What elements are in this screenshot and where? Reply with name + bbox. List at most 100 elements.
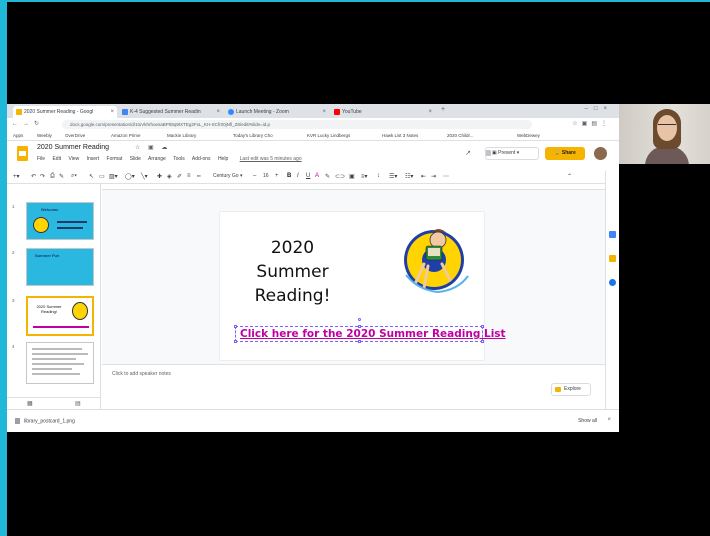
share-button[interactable]: 🔒 Share: [545, 147, 585, 160]
slide-thumbnail-3-selected[interactable]: 2020 Summer Reading!: [26, 296, 94, 336]
zoom-icon[interactable]: ⌕▾: [71, 173, 77, 180]
indent-more-icon[interactable]: ⇥: [431, 173, 436, 180]
bookmark-item[interactable]: Mackin Library: [167, 133, 196, 138]
resize-handle[interactable]: [234, 325, 237, 328]
avatar[interactable]: [594, 147, 607, 160]
pool-float-illustration[interactable]: [398, 220, 474, 300]
menu-tools[interactable]: Tools: [173, 156, 185, 162]
paint-format-icon[interactable]: ✎: [59, 173, 64, 180]
menu-help[interactable]: Help: [218, 156, 228, 162]
menu-view[interactable]: View: [68, 156, 79, 162]
font-size-increase[interactable]: +: [275, 173, 279, 179]
bookmark-item[interactable]: Hawk List 3 Notes: [382, 133, 418, 138]
border-color-icon[interactable]: ✐: [177, 173, 182, 180]
fill-color-icon[interactable]: ◈: [167, 173, 172, 180]
list-view-icon[interactable]: ▤: [75, 400, 81, 407]
menu-file[interactable]: File: [37, 156, 45, 162]
link-text-box[interactable]: Click here for the 2020 Summer Reading L…: [234, 318, 506, 343]
close-icon[interactable]: ×: [428, 106, 432, 118]
extension-icons[interactable]: ☆▣▤⋮: [572, 120, 611, 127]
new-tab-icon[interactable]: +: [441, 106, 445, 113]
close-icon[interactable]: ×: [110, 106, 114, 118]
undo-icon[interactable]: ↶: [31, 173, 36, 180]
numbered-list-icon[interactable]: ☰▾: [389, 173, 397, 180]
bookmark-item[interactable]: Weebly: [37, 133, 52, 138]
redo-icon[interactable]: ↷: [40, 173, 45, 180]
bookmark-item[interactable]: OverDrive: [65, 133, 85, 138]
resize-handle[interactable]: [481, 325, 484, 328]
slides-logo-icon[interactable]: [17, 146, 28, 161]
tab-zoom[interactable]: Launch Meeting - Zoom ×: [225, 106, 329, 118]
resize-handle[interactable]: [358, 325, 361, 328]
shape-icon[interactable]: ◯▾: [125, 173, 135, 180]
nav-buttons[interactable]: ←→↻: [12, 120, 44, 127]
bold-icon[interactable]: B: [287, 173, 291, 179]
speaker-notes[interactable]: Click to add speaker notes Explore: [102, 364, 605, 409]
close-icon[interactable]: ×: [322, 106, 326, 118]
text-box-icon[interactable]: ▭: [99, 173, 105, 180]
bookmark-item[interactable]: 2020 Childr...: [447, 133, 474, 138]
close-icon[interactable]: ×: [216, 106, 220, 118]
slide-title[interactable]: 2020 Summer Reading!: [220, 236, 365, 308]
line-spacing-icon[interactable]: ↕: [377, 173, 380, 179]
slide-thumbnail-1[interactable]: Welcome: [26, 202, 94, 240]
comment-add-icon[interactable]: ✚: [157, 173, 162, 180]
explore-button[interactable]: Explore: [551, 383, 591, 396]
more-icon[interactable]: ⋯: [443, 173, 449, 180]
slide-thumbnail-4[interactable]: [26, 342, 94, 384]
highlight-icon[interactable]: ✎: [325, 173, 330, 180]
bookmark-item[interactable]: Amazon Prime: [111, 133, 141, 138]
line-icon[interactable]: ╲▾: [141, 173, 148, 180]
show-all-button[interactable]: Show all: [578, 418, 597, 424]
font-size-decrease[interactable]: –: [253, 173, 256, 179]
last-edit-link[interactable]: Last edit was 5 minutes ago: [240, 156, 302, 162]
select-icon[interactable]: ↖: [89, 173, 94, 180]
insert-comment-icon[interactable]: ▣: [349, 173, 355, 180]
tab-slides[interactable]: 2020 Summer Reading - Googl ×: [13, 106, 117, 118]
bookmark-item[interactable]: KVR Lucky Lindbergs: [307, 133, 350, 138]
keep-icon[interactable]: [609, 255, 616, 262]
slide-thumbnail-2[interactable]: Summer Fun: [26, 248, 94, 286]
menu-slide[interactable]: Slide: [130, 156, 141, 162]
resize-handle[interactable]: [234, 340, 237, 343]
text-color-icon[interactable]: A: [315, 173, 319, 179]
summer-reading-list-link[interactable]: Click here for the 2020 Summer Reading L…: [240, 328, 506, 340]
resize-handle[interactable]: [481, 340, 484, 343]
collapse-toolbar-icon[interactable]: ⌃: [567, 173, 572, 180]
window-controls[interactable]: –□×: [585, 106, 613, 112]
border-weight-icon[interactable]: ≡: [187, 173, 191, 179]
menu-arrange[interactable]: Arrange: [148, 156, 166, 162]
rotate-handle[interactable]: [358, 318, 361, 321]
align-icon[interactable]: ≡▾: [361, 173, 368, 180]
menu-addons[interactable]: Add-ons: [192, 156, 211, 162]
close-icon[interactable]: ×: [607, 417, 611, 423]
menu-insert[interactable]: Insert: [87, 156, 100, 162]
font-size-field[interactable]: 16: [263, 173, 269, 179]
menu-edit[interactable]: Edit: [52, 156, 61, 162]
indent-less-icon[interactable]: ⇤: [421, 173, 426, 180]
slide-canvas[interactable]: 2020 Summer Reading! Click here for the …: [220, 212, 506, 360]
image-icon[interactable]: ▨▾: [109, 173, 118, 180]
calendar-icon[interactable]: [609, 231, 616, 238]
new-slide-icon[interactable]: +▾: [13, 173, 20, 180]
tasks-icon[interactable]: [609, 279, 616, 286]
bookmark-item[interactable]: Apps: [13, 133, 23, 138]
bookmark-item[interactable]: WebDewey: [517, 133, 540, 138]
print-icon[interactable]: ⎙: [50, 173, 55, 180]
grid-view-icon[interactable]: ▦: [27, 400, 33, 407]
italic-icon[interactable]: I: [297, 173, 299, 179]
document-title[interactable]: 2020 Summer Reading: [37, 144, 109, 151]
present-button[interactable]: ▣ Present ▾: [485, 147, 539, 160]
url-bar[interactable]: docs.google.com/presentation/d/1tuVkhrho…: [62, 120, 532, 129]
bookmark-item[interactable]: Today's Library Cho: [233, 133, 273, 138]
download-item[interactable]: library_postcard_1.png: [15, 418, 75, 424]
resize-handle[interactable]: [358, 340, 361, 343]
border-dash-icon[interactable]: ┅: [197, 173, 201, 180]
star-move-icons[interactable]: ☆ ▣ ☁: [135, 144, 170, 151]
link-icon[interactable]: ⊂⊃: [335, 173, 345, 180]
bulleted-list-icon[interactable]: ☷▾: [405, 173, 413, 180]
underline-icon[interactable]: U: [306, 173, 310, 179]
font-select[interactable]: Century Go ▾: [213, 173, 242, 179]
activity-icon[interactable]: ↗: [465, 149, 471, 157]
tab-youtube[interactable]: YouTube ×: [331, 106, 435, 118]
